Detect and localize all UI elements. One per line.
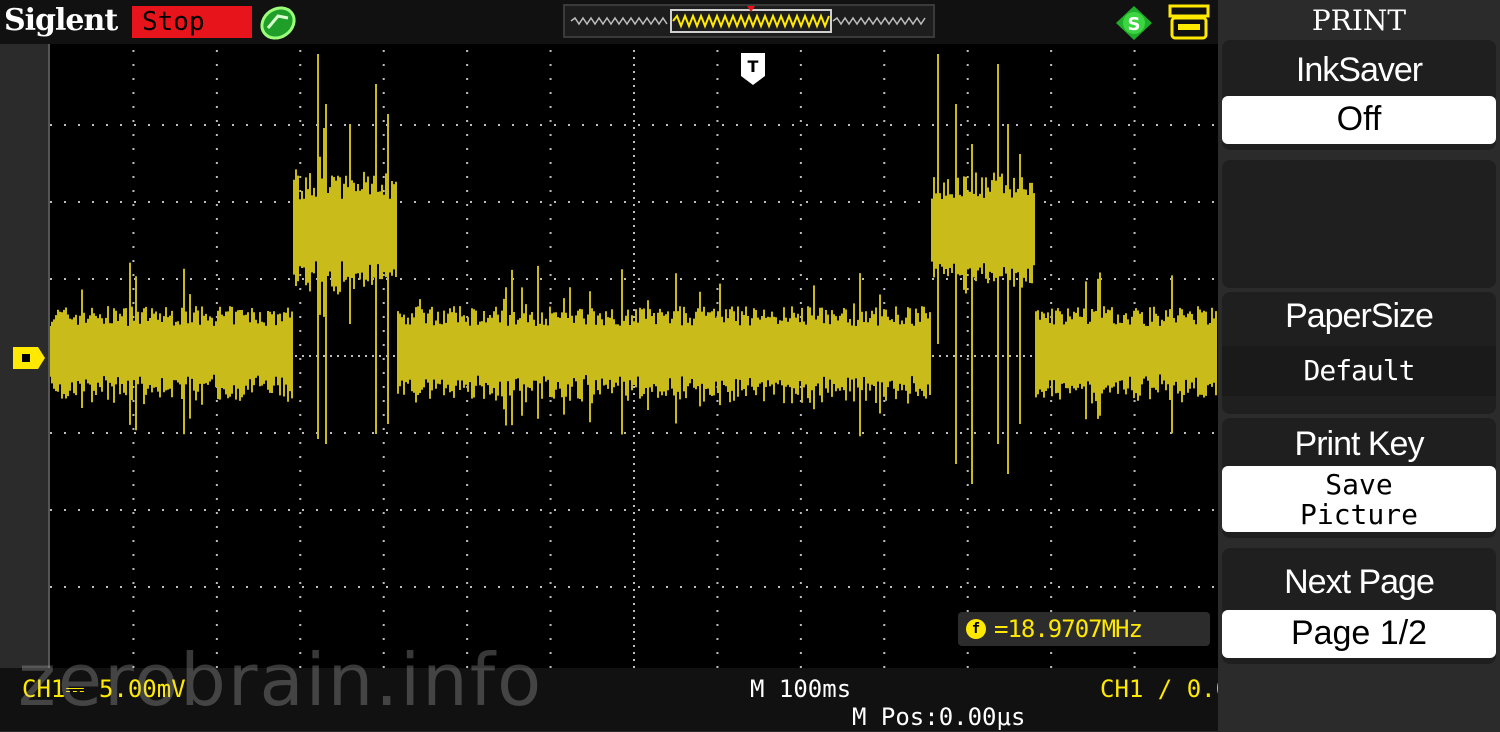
svg-text:T: T	[748, 57, 759, 76]
ch1-ground-marker[interactable]	[12, 346, 46, 370]
status-bar: Siglent Stop S	[0, 0, 1218, 44]
print-menu: PRINT InkSaver Off PaperSize Default Pri…	[1218, 0, 1500, 731]
svg-text:S: S	[1128, 14, 1141, 35]
frequency-readout: f =18.9707MHz	[958, 612, 1210, 646]
menu-item-value-line1: Save	[1325, 468, 1393, 501]
menu-title: PRINT	[1311, 4, 1407, 37]
menu-item-print-key[interactable]: Print Key Save Picture	[1222, 418, 1496, 538]
menu-item-label: PaperSize	[1285, 297, 1434, 335]
timebase-readout[interactable]: M 100ms	[750, 674, 851, 704]
menu-item-value: Save Picture	[1222, 466, 1496, 532]
run-status-badge[interactable]: Stop	[132, 6, 252, 38]
menu-item-label: Print Key	[1294, 425, 1425, 463]
trigger-position-marker[interactable]: T	[740, 52, 766, 86]
menu-item-papersize[interactable]: PaperSize Default	[1222, 292, 1496, 414]
brand-logo: Siglent	[4, 3, 118, 38]
waveform-display[interactable]	[48, 44, 1220, 668]
trigger-status-icon: S	[1110, 4, 1158, 42]
menu-item-inksaver[interactable]: InkSaver Off	[1222, 40, 1496, 150]
menu-item-label: InkSaver	[1295, 51, 1423, 89]
menu-item-value: Off	[1222, 96, 1496, 144]
horizontal-position-readout: M Pos:0.00μs	[852, 703, 1026, 731]
menu-item-label: Next Page	[1284, 563, 1435, 601]
menu-item-next-page[interactable]: Next Page Page 1/2	[1222, 548, 1496, 664]
running-man-icon	[256, 4, 300, 42]
memory-overview-bar[interactable]	[563, 4, 935, 38]
usb-storage-icon	[1164, 2, 1214, 42]
menu-item-empty	[1222, 160, 1496, 288]
menu-item-value: Page 1/2	[1222, 610, 1496, 658]
frequency-value: =18.9707MHz	[994, 615, 1143, 643]
frequency-icon: f	[966, 619, 986, 639]
menu-item-value: Default	[1222, 346, 1496, 396]
ch1-vertical-scale[interactable]: CH1⎓ 5.00mV	[22, 674, 186, 704]
menu-item-value-line2: Picture	[1299, 498, 1418, 531]
